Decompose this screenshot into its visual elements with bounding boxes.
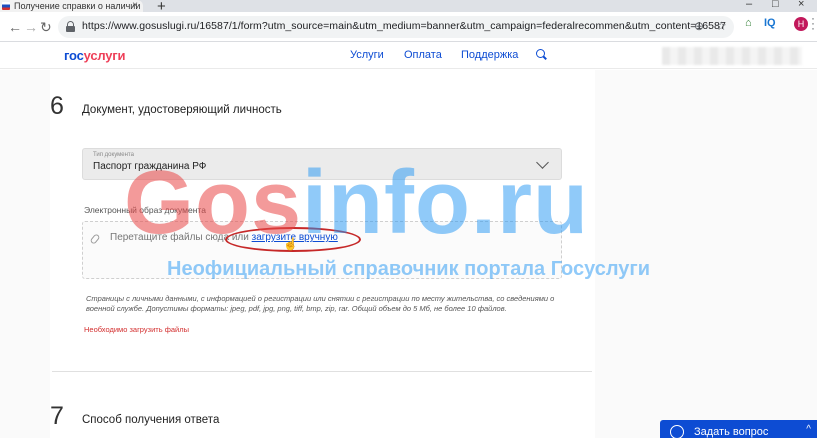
gosuslugi-logo[interactable]: госуслуги bbox=[64, 48, 126, 63]
extension-home-icon[interactable]: ⌂ bbox=[745, 17, 752, 29]
minimize-button[interactable]: – bbox=[746, 0, 752, 10]
url-text[interactable]: https://www.gosuslugi.ru/16587/1/form?ut… bbox=[82, 20, 726, 32]
forward-button[interactable]: → bbox=[24, 19, 38, 35]
section-divider bbox=[52, 371, 592, 372]
tab-close-icon[interactable]: × bbox=[132, 0, 138, 12]
watermark-title: Gosinfo.ru bbox=[124, 153, 589, 253]
upload-hint: Страницы с личными данными, с информацие… bbox=[86, 294, 555, 313]
nav-support[interactable]: Поддержка bbox=[461, 49, 518, 61]
favicon-icon bbox=[2, 2, 10, 10]
window-close-button[interactable]: × bbox=[798, 0, 804, 10]
nav-services[interactable]: Услуги bbox=[350, 49, 384, 61]
menu-dots-icon[interactable]: · · · bbox=[811, 12, 815, 34]
maximize-button[interactable]: □ bbox=[772, 0, 779, 10]
step-7-number: 7 bbox=[50, 402, 64, 430]
blurred-user-area bbox=[662, 47, 802, 65]
watermark-subtitle: Неофициальный справочник портала Госуслу… bbox=[167, 258, 651, 280]
browser-toolbar: ← → ↻ https://www.gosuslugi.ru/16587/1/f… bbox=[0, 12, 817, 42]
browser-tab[interactable]: Получение справки о наличии × bbox=[0, 0, 143, 12]
extension-iq-icon[interactable]: IQ bbox=[764, 17, 776, 29]
bookmark-star-icon[interactable]: ☆ bbox=[716, 19, 727, 33]
chevron-up-icon: ^ bbox=[806, 424, 811, 435]
zoom-icon[interactable]: ⊕ bbox=[694, 19, 704, 33]
address-bar[interactable]: https://www.gosuslugi.ru/16587/1/form?ut… bbox=[58, 16, 734, 38]
step-7-title: Способ получения ответа bbox=[82, 414, 220, 426]
step-6-title: Документ, удостоверяющий личность bbox=[82, 104, 282, 116]
lock-icon bbox=[66, 21, 75, 32]
nav-payment[interactable]: Оплата bbox=[404, 49, 442, 61]
upload-error: Необходимо загрузить файлы bbox=[84, 325, 189, 334]
ask-question-label: Задать вопрос bbox=[694, 426, 769, 438]
browser-tab-strip: Получение справки о наличии × + – □ × bbox=[0, 0, 817, 15]
reload-button[interactable]: ↻ bbox=[40, 19, 52, 36]
step-6-number: 6 bbox=[50, 92, 64, 120]
back-button[interactable]: ← bbox=[8, 19, 22, 35]
chat-icon bbox=[670, 425, 684, 439]
tab-title: Получение справки о наличии bbox=[14, 1, 141, 11]
paperclip-icon bbox=[89, 233, 101, 245]
ask-question-button[interactable]: Задать вопрос ^ bbox=[660, 420, 817, 439]
search-icon[interactable] bbox=[536, 49, 545, 58]
profile-avatar[interactable]: Н bbox=[794, 17, 808, 31]
